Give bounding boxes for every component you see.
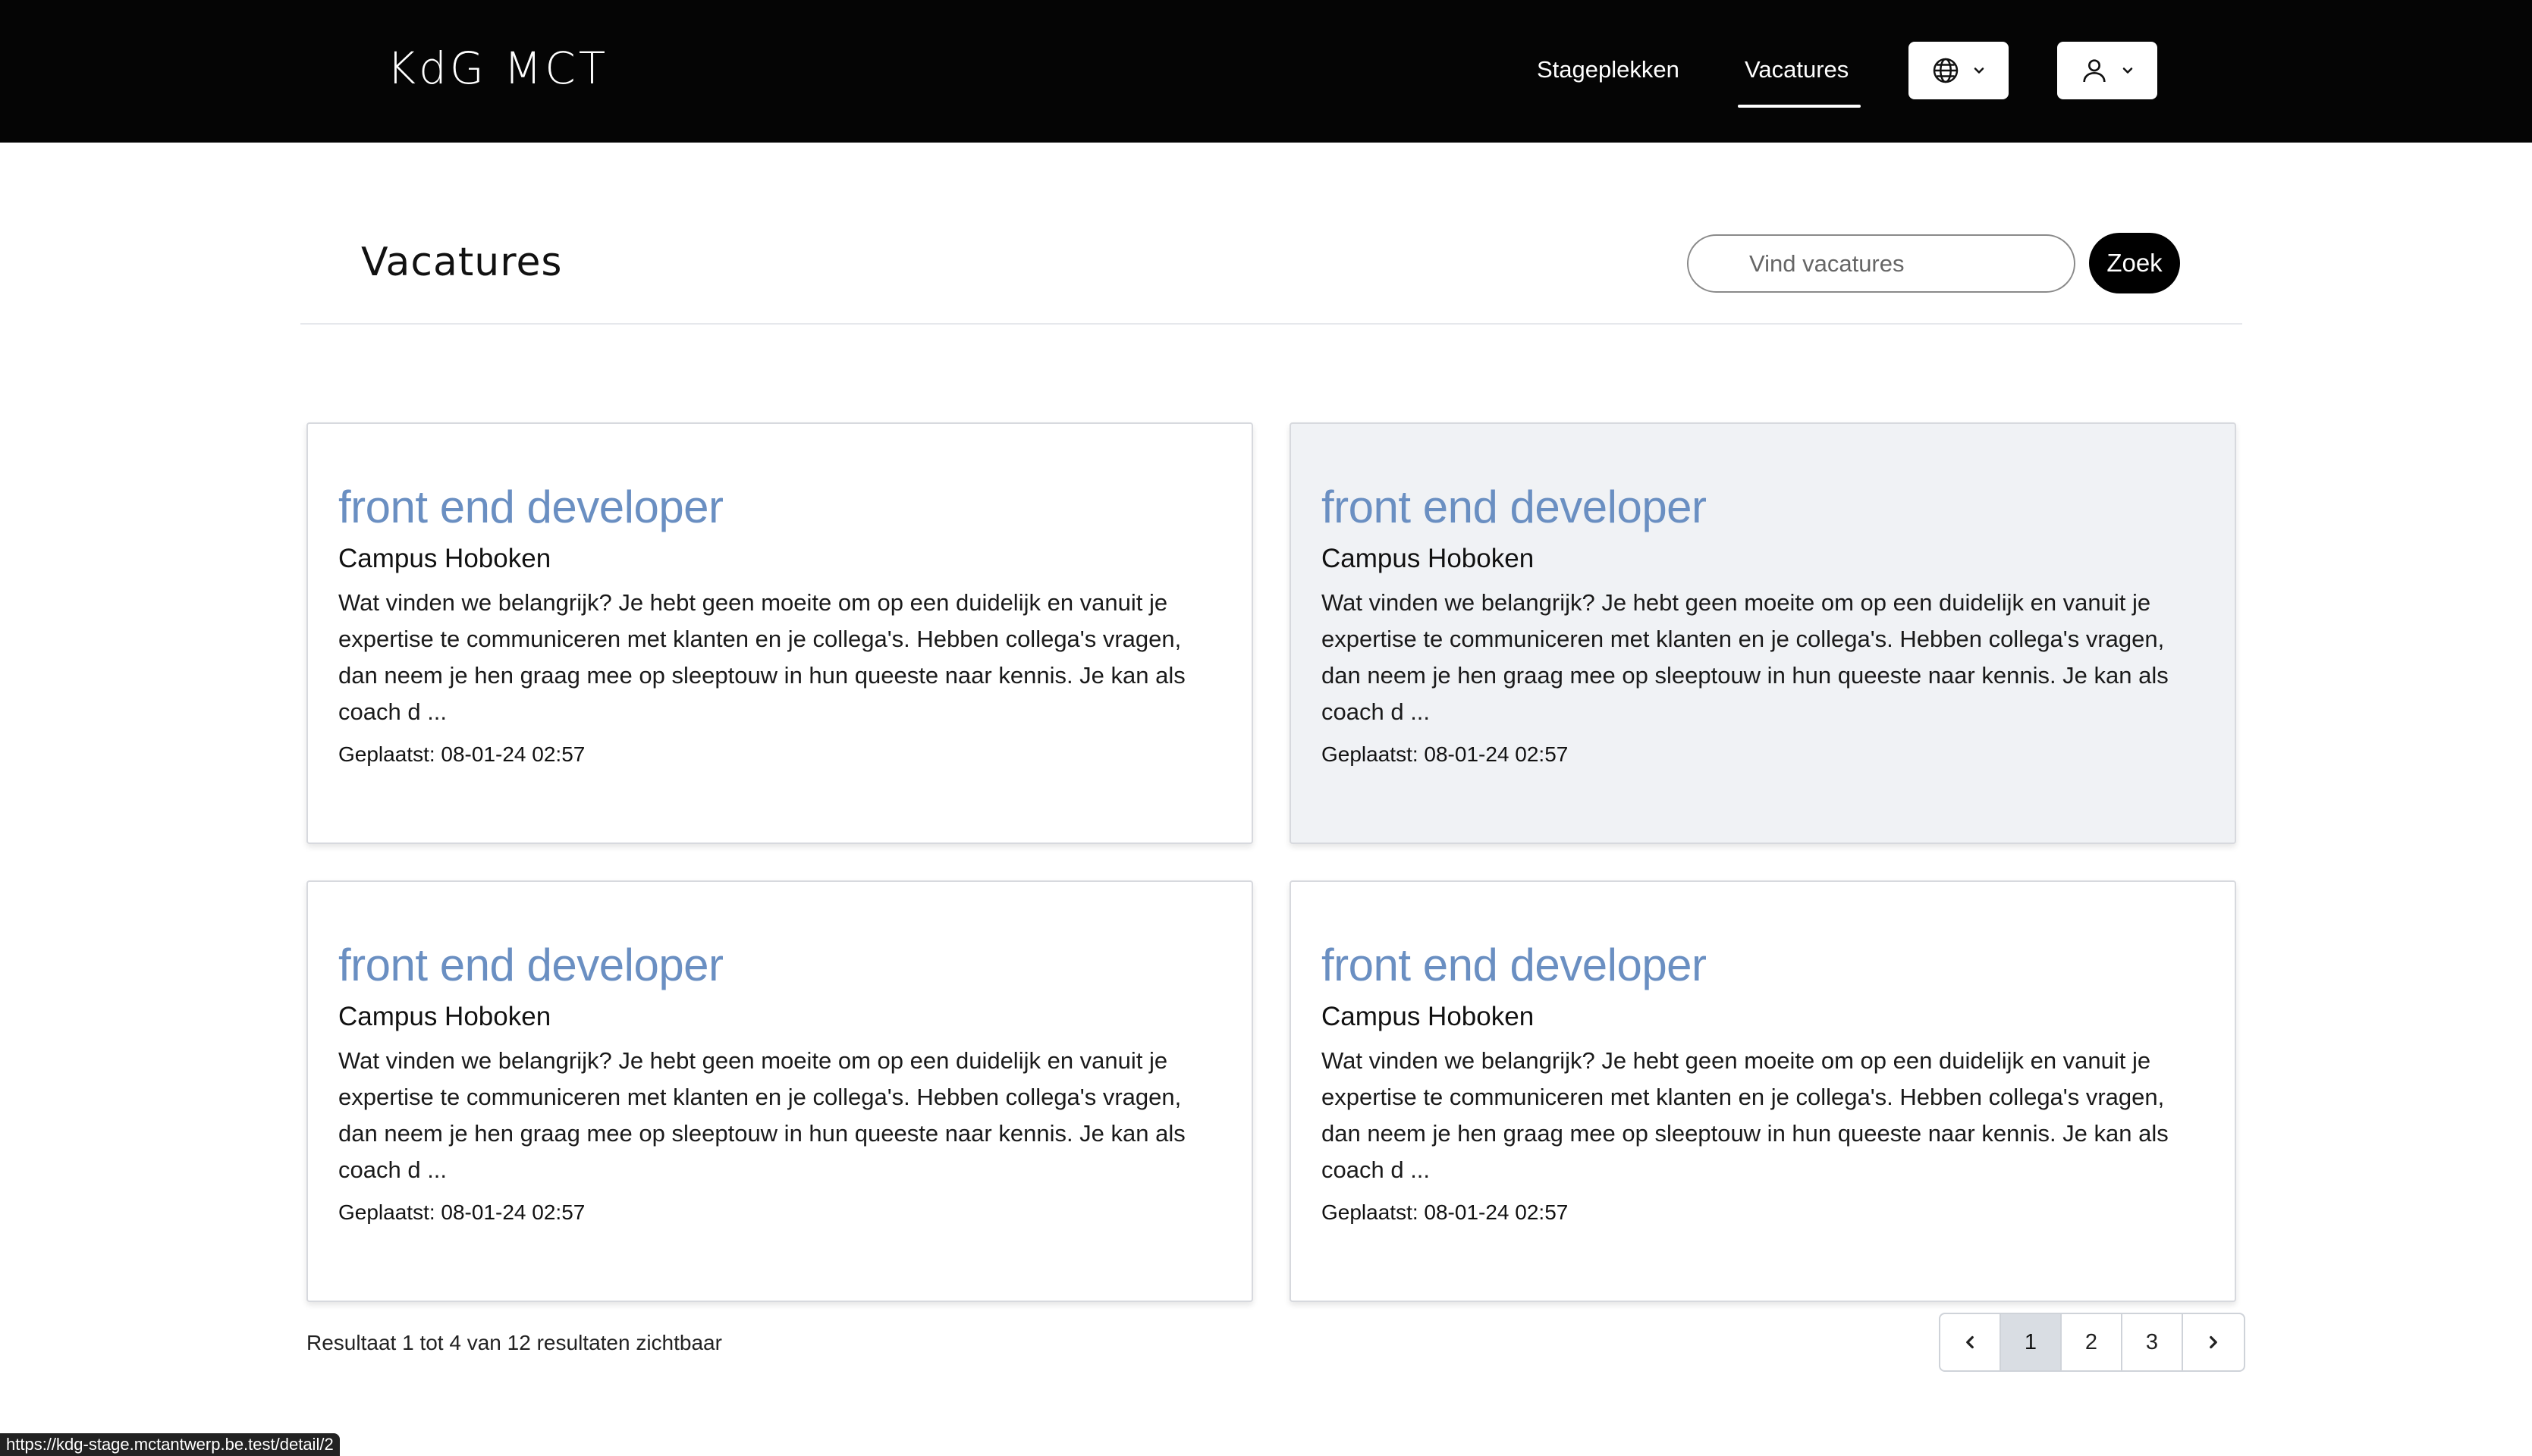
chevron-right-icon (2210, 1335, 2217, 1349)
pagination-page-3[interactable]: 3 (2122, 1314, 2183, 1370)
results-suffix: resultaten zichtbaar (536, 1331, 722, 1354)
vacancy-company: Campus Hoboken (338, 1002, 551, 1031)
vacancy-company: Campus Hoboken (338, 544, 551, 573)
vacancy-posted-date: Geplaatst: 08-01-24 02:57 (1321, 1200, 1569, 1224)
vacancy-description: Wat vinden we belangrijk? Je hebt geen m… (1321, 589, 2169, 725)
results-summary: Resultaat 1 tot 4 van 12 resultaten zich… (306, 1329, 722, 1357)
user-icon (2083, 59, 2106, 83)
vacancy-card[interactable]: front end developer Campus Hoboken Wat v… (306, 880, 1253, 1302)
status-bar-url: https://kdg-stage.mctantwerp.be.test/det… (0, 1433, 340, 1456)
vacancy-card[interactable]: front end developer Campus Hoboken Wat v… (1290, 880, 2236, 1302)
vacancy-card[interactable]: front end developer Campus Hoboken Wat v… (306, 422, 1253, 844)
header-divider (300, 323, 2242, 325)
results-to-word: tot (419, 1331, 444, 1354)
vacancy-posted-date: Geplaatst: 08-01-24 02:57 (338, 1200, 586, 1224)
results-from: 1 (402, 1331, 414, 1354)
pagination-page-2[interactable]: 2 (2062, 1314, 2122, 1370)
top-navbar: KdG MCT Stageplekken Vacatures (0, 0, 2532, 143)
results-of-word: van (467, 1331, 501, 1354)
chevron-down-icon (1974, 67, 1984, 74)
page-title: Vacatures (361, 240, 563, 285)
vacancy-description: Wat vinden we belangrijk? Je hebt geen m… (1321, 1047, 2169, 1183)
vacancy-title[interactable]: front end developer (338, 479, 1221, 536)
nav-link-vacatures[interactable]: Vacatures (1745, 53, 1849, 86)
kdg-mct-logo[interactable]: KdG MCT (387, 44, 608, 93)
user-menu-button[interactable] (2057, 42, 2157, 99)
results-prefix: Resultaat (306, 1331, 397, 1354)
vacancy-description: Wat vinden we belangrijk? Je hebt geen m… (338, 1047, 1186, 1183)
language-dropdown-button[interactable] (1908, 42, 2009, 99)
chevron-left-icon (1966, 1335, 1974, 1349)
vacancy-posted-date: Geplaatst: 08-01-24 02:57 (338, 742, 586, 766)
pagination-next-button[interactable] (2183, 1314, 2244, 1370)
vacancy-card[interactable]: front end developer Campus Hoboken Wat v… (1290, 422, 2236, 844)
search-button[interactable]: Zoek (2089, 233, 2180, 293)
vacancy-company: Campus Hoboken (1321, 1002, 1535, 1031)
search-input[interactable] (1687, 234, 2075, 293)
active-nav-indicator (1738, 105, 1861, 108)
results-to: 4 (449, 1331, 461, 1354)
vacancy-title[interactable]: front end developer (1321, 937, 2204, 994)
vacancy-title[interactable]: front end developer (1321, 479, 2204, 536)
vacancy-company: Campus Hoboken (1321, 544, 1535, 573)
pagination-prev-button[interactable] (1940, 1314, 2001, 1370)
results-total: 12 (507, 1331, 531, 1354)
pagination-page-1[interactable]: 1 (2001, 1314, 2062, 1370)
vacancy-description: Wat vinden we belangrijk? Je hebt geen m… (338, 589, 1186, 725)
vacancy-posted-date: Geplaatst: 08-01-24 02:57 (1321, 742, 1569, 766)
vacancy-title[interactable]: front end developer (338, 937, 1221, 994)
nav-link-stageplekken[interactable]: Stageplekken (1537, 53, 1679, 86)
globe-icon (1933, 58, 1959, 83)
pagination: 1 2 3 (1939, 1313, 2245, 1372)
chevron-down-icon (2122, 67, 2133, 74)
